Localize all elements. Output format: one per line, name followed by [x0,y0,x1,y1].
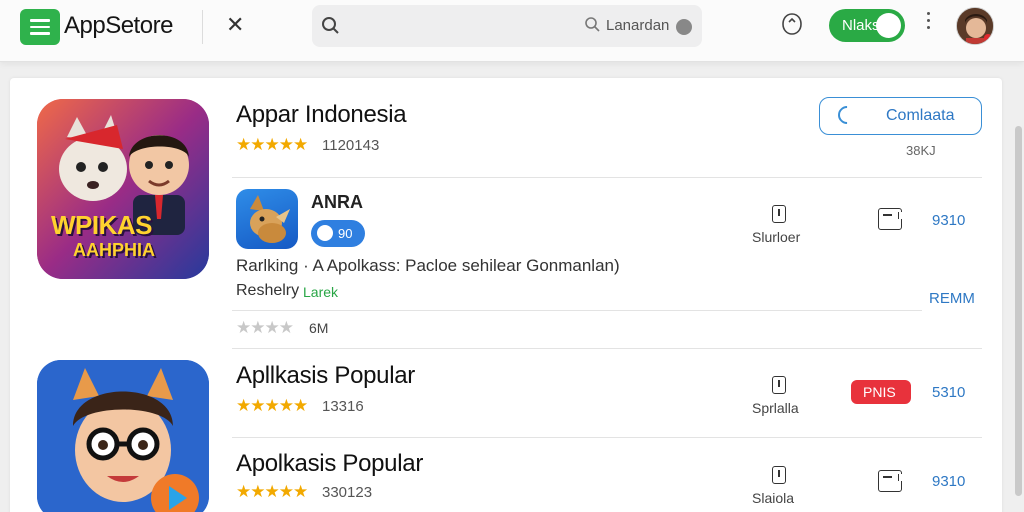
featured-app-icon[interactable]: WPIKAS AAHPHIA [37,99,209,279]
install-button-label: Comlaata [886,107,955,124]
close-icon[interactable]: ✕ [226,12,244,38]
featured-icon-text: WPIKAS [51,210,153,240]
popular-app-icon[interactable] [37,360,209,512]
featured-title[interactable]: Appar Indonesia [236,101,407,129]
notification-icon[interactable] [778,10,806,38]
sub-app-meta-link[interactable]: Larek [303,284,338,300]
divider [232,177,982,178]
popular-app-art [37,360,209,512]
popular-app-stars: ★★★★★ [236,396,308,415]
info-icon [772,205,786,223]
sub-app-title[interactable]: ANRA [311,192,363,213]
install-button[interactable]: Comlaata [819,97,982,135]
info-icon [772,376,786,394]
popular-app-price[interactable]: 5310 [932,384,965,401]
sub-app-meta-label: Reshelry [236,282,300,299]
sub-app-icon[interactable] [236,189,298,249]
sub-app-gray-count: 6M [309,320,329,336]
toggle-button[interactable]: Nlaks [829,9,905,42]
popular-app-2-rating: 330123 [322,484,373,501]
sub-app-chip[interactable]: 90 [311,220,365,247]
popular-app-title[interactable]: Apllkasis Popular [236,362,415,390]
featured-size: 38KJ [906,143,936,158]
document-icon[interactable] [878,208,904,230]
popular-app-2-price[interactable]: 9310 [932,473,965,490]
divider [232,348,982,349]
refresh-icon [317,225,333,241]
loading-icon [834,102,860,128]
sub-app-price[interactable]: 9310 [932,212,965,229]
featured-stars: ★★★★★ [236,135,308,154]
search-filter-icon[interactable] [676,19,692,35]
chip-label: 90 [338,226,353,241]
sub-app-description: Rarlking · A Apolkass: Pacloe sehilear G… [236,256,620,275]
popular-app-rating: 13316 [322,398,364,415]
app-brand[interactable]: AppSetore [64,12,173,40]
toggle-knob [876,13,901,38]
sub-app-gray-stars: ★★★★ [236,318,294,337]
search-bar[interactable]: Lanardan [312,5,702,47]
sub-app-art [250,195,290,243]
document-icon[interactable] [878,470,904,492]
badge-label: PNIS [863,384,896,400]
featured-rating: 1120143 [322,137,380,154]
search-icon[interactable] [320,15,342,37]
divider [232,437,982,438]
more-icon[interactable] [927,12,930,29]
divider [232,310,922,311]
popular-app-2-stars: ★★★★★ [236,482,308,501]
popular-app-col-label: Sprlalla [752,400,799,416]
top-bar: AppSetore ✕ Lanardan Nlaks [0,0,1024,62]
search-hint-icon [585,17,600,32]
popular-app-badge[interactable]: PNIS [851,380,911,404]
avatar[interactable] [956,7,994,45]
toggle-label: Nlaks [842,17,880,34]
sub-app-col-label: Slurloer [752,229,801,245]
info-icon [772,466,786,484]
search-hint: Lanardan [606,17,670,34]
status-badge [984,34,992,42]
divider [202,10,203,44]
popular-app-2-title[interactable]: Apolkasis Popular [236,450,423,478]
sub-app-action[interactable]: REMM [929,290,975,307]
menu-icon[interactable] [20,9,60,45]
popular-app-2-col-label: Slaiola [752,490,795,506]
scrollbar[interactable] [1015,126,1022,496]
featured-icon-subtext: AAHPHIA [73,240,156,260]
